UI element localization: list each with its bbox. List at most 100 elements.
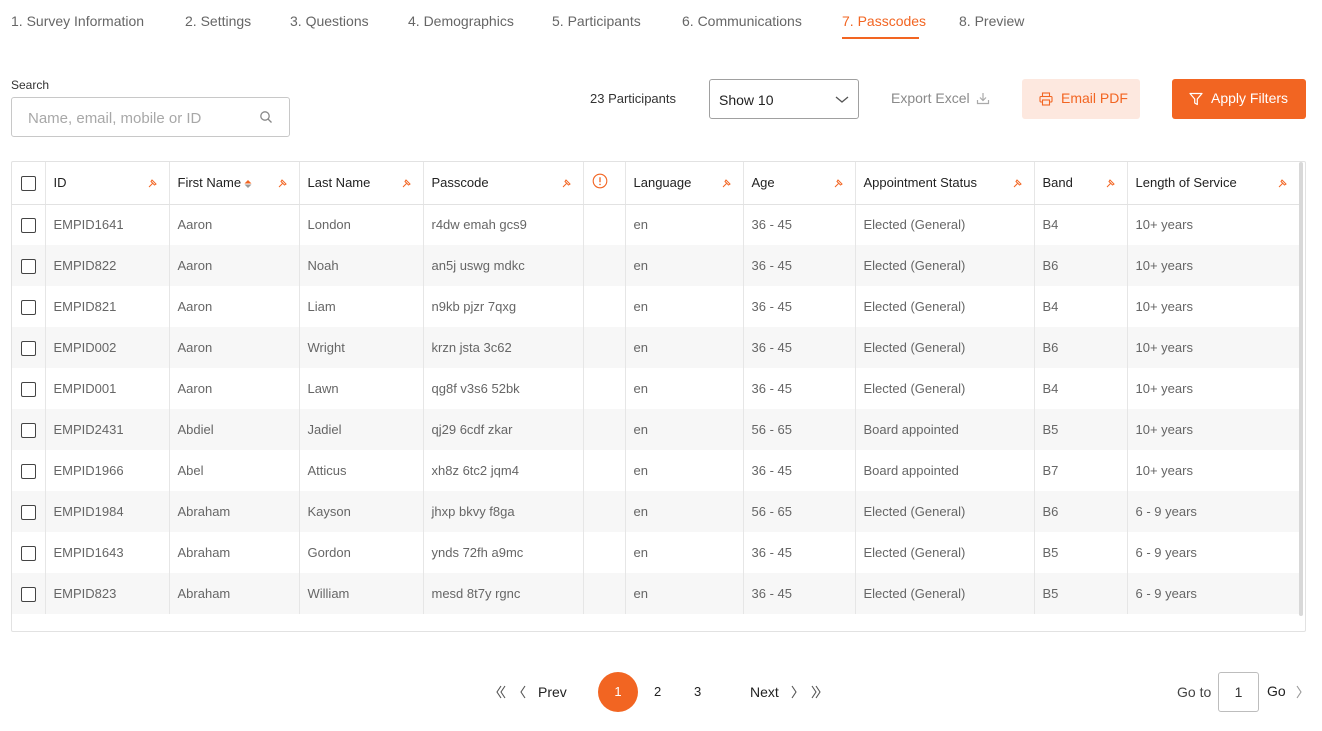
table-row[interactable]: EMPID823 Abraham William mesd 8t7y rgnc en 36… — [12, 573, 1299, 614]
cell-id: EMPID002 — [45, 327, 170, 368]
next-page-button[interactable]: Next — [750, 684, 779, 700]
cell-passcode: mesd 8t7y rgnc — [423, 573, 584, 614]
table-row[interactable]: EMPID001 Aaron Lawn qg8f v3s6 52bk en 36 - 45… — [12, 368, 1299, 409]
column-language-label: Language — [633, 175, 692, 191]
pin-icon[interactable] — [277, 177, 289, 189]
pin-icon[interactable] — [1012, 177, 1024, 189]
pin-icon[interactable] — [561, 177, 573, 189]
cell-status: Board appointed — [855, 450, 1035, 491]
cell-last: Liam — [299, 286, 424, 327]
cell-first: Aaron — [169, 286, 300, 327]
table-row[interactable]: EMPID1966 Abel Atticus xh8z 6tc2 jqm4 en 36 -… — [12, 450, 1299, 491]
sort-icon[interactable] — [244, 179, 252, 189]
table-row[interactable]: EMPID1641 Aaron London r4dw emah gcs9 en 36 -… — [12, 204, 1299, 245]
tab-communications[interactable]: 6. Communications — [682, 13, 802, 29]
search-input[interactable] — [28, 108, 248, 128]
column-language[interactable]: Language — [625, 162, 744, 205]
pin-icon[interactable] — [833, 177, 845, 189]
cell-lang: en — [625, 409, 744, 450]
row-checkbox[interactable] — [21, 381, 36, 397]
row-checkbox[interactable] — [21, 340, 36, 356]
goto-page-input[interactable]: 1 — [1218, 672, 1259, 712]
export-excel-button[interactable]: Export Excel — [891, 90, 990, 106]
table-row[interactable]: EMPID002 Aaron Wright krzn jsta 3c62 en 36 - … — [12, 327, 1299, 368]
goto-button[interactable]: Go — [1267, 683, 1286, 699]
cell-status: Elected (General) — [855, 491, 1035, 532]
cell-status: Elected (General) — [855, 327, 1035, 368]
cell-age: 56 - 65 — [743, 409, 856, 450]
row-checkbox[interactable] — [21, 258, 36, 274]
table-row[interactable]: EMPID822 Aaron Noah an5j uswg mdkc en 36 - 45… — [12, 245, 1299, 286]
cell-passcode: ynds 72fh a9mc — [423, 532, 584, 573]
tab-passcodes[interactable]: 7. Passcodes — [842, 13, 926, 29]
column-id[interactable]: ID — [45, 162, 170, 205]
table-row[interactable]: EMPID1984 Abraham Kayson jhxp bkvy f8ga en 56… — [12, 491, 1299, 532]
page-2-button[interactable]: 2 — [654, 684, 661, 699]
table-row[interactable]: EMPID2431 Abdiel Jadiel qj29 6cdf zkar en 56 … — [12, 409, 1299, 450]
pin-icon[interactable] — [1277, 177, 1289, 189]
row-checkbox[interactable] — [21, 586, 36, 602]
apply-filters-button[interactable]: Apply Filters — [1172, 79, 1306, 119]
column-first-name[interactable]: First Name — [169, 162, 300, 205]
row-checkbox[interactable] — [21, 299, 36, 315]
cell-service: 6 - 9 years — [1127, 491, 1299, 532]
table-row[interactable]: EMPID821 Aaron Liam n9kb pjzr 7qxg en 36 - 45… — [12, 286, 1299, 327]
row-select-cell — [12, 286, 46, 327]
cell-id: EMPID821 — [45, 286, 170, 327]
row-select-cell — [12, 409, 46, 450]
cell-status: Elected (General) — [855, 204, 1035, 245]
pin-icon[interactable] — [1105, 177, 1117, 189]
pin-icon[interactable] — [147, 177, 159, 189]
table-scrollbar[interactable] — [1299, 162, 1303, 616]
column-last-name[interactable]: Last Name — [299, 162, 424, 205]
last-page-icon[interactable] — [811, 685, 821, 699]
tab-preview[interactable]: 8. Preview — [959, 13, 1024, 29]
tab-questions[interactable]: 3. Questions — [290, 13, 369, 29]
tab-survey-information[interactable]: 1. Survey Information — [11, 13, 144, 29]
column-passcode[interactable]: Passcode — [423, 162, 584, 205]
chevron-left-icon[interactable] — [519, 685, 527, 699]
cell-service: 6 - 9 years — [1135, 545, 1197, 560]
search-icon[interactable] — [259, 110, 273, 124]
cell-warning — [583, 286, 626, 327]
pin-icon[interactable] — [401, 177, 413, 189]
row-checkbox[interactable] — [21, 463, 36, 479]
column-band[interactable]: Band — [1034, 162, 1128, 205]
pagination: Prev 1 2 3 Next Go to 1 Go — [0, 672, 1322, 712]
cell-warning — [583, 327, 626, 368]
cell-service: 10+ years — [1127, 327, 1299, 368]
page-size-select[interactable]: Show 10 — [709, 79, 859, 119]
pin-icon[interactable] — [721, 177, 733, 189]
warning-icon[interactable] — [592, 173, 608, 189]
row-checkbox[interactable] — [21, 422, 36, 438]
cell-status: Elected (General) — [855, 286, 1035, 327]
page-3-button[interactable]: 3 — [694, 684, 701, 699]
cell-first: Aaron — [169, 368, 300, 409]
select-all-cell — [12, 162, 46, 205]
column-age[interactable]: Age — [743, 162, 856, 205]
row-checkbox[interactable] — [21, 545, 36, 561]
chevron-right-icon[interactable] — [790, 685, 798, 699]
page-1-button[interactable]: 1 — [598, 672, 638, 712]
row-checkbox[interactable] — [21, 504, 36, 520]
column-appointment-status[interactable]: Appointment Status — [855, 162, 1035, 205]
first-page-icon[interactable] — [496, 685, 506, 699]
row-checkbox[interactable] — [21, 217, 36, 233]
column-last-name-label: Last Name — [307, 175, 371, 191]
cell-service: 10+ years — [1135, 217, 1193, 233]
prev-page-button[interactable]: Prev — [538, 684, 567, 700]
tab-demographics[interactable]: 4. Demographics — [408, 13, 514, 29]
cell-first: Abdiel — [169, 409, 300, 450]
select-all-checkbox[interactable] — [21, 175, 36, 191]
cell-service: 10+ years — [1135, 463, 1193, 478]
tab-settings[interactable]: 2. Settings — [185, 13, 251, 29]
column-warning[interactable] — [583, 162, 626, 205]
chevron-right-icon[interactable] — [1295, 685, 1303, 699]
goto-label: Go to — [1177, 684, 1212, 700]
tab-participants[interactable]: 5. Participants — [552, 13, 641, 29]
cell-band: B6 — [1034, 327, 1128, 368]
column-length-of-service[interactable]: Length of Service — [1127, 162, 1299, 205]
column-id-label: ID — [53, 175, 67, 191]
email-pdf-button[interactable]: Email PDF — [1022, 79, 1140, 119]
table-row[interactable]: EMPID1643 Abraham Gordon ynds 72fh a9mc en 36… — [12, 532, 1299, 573]
